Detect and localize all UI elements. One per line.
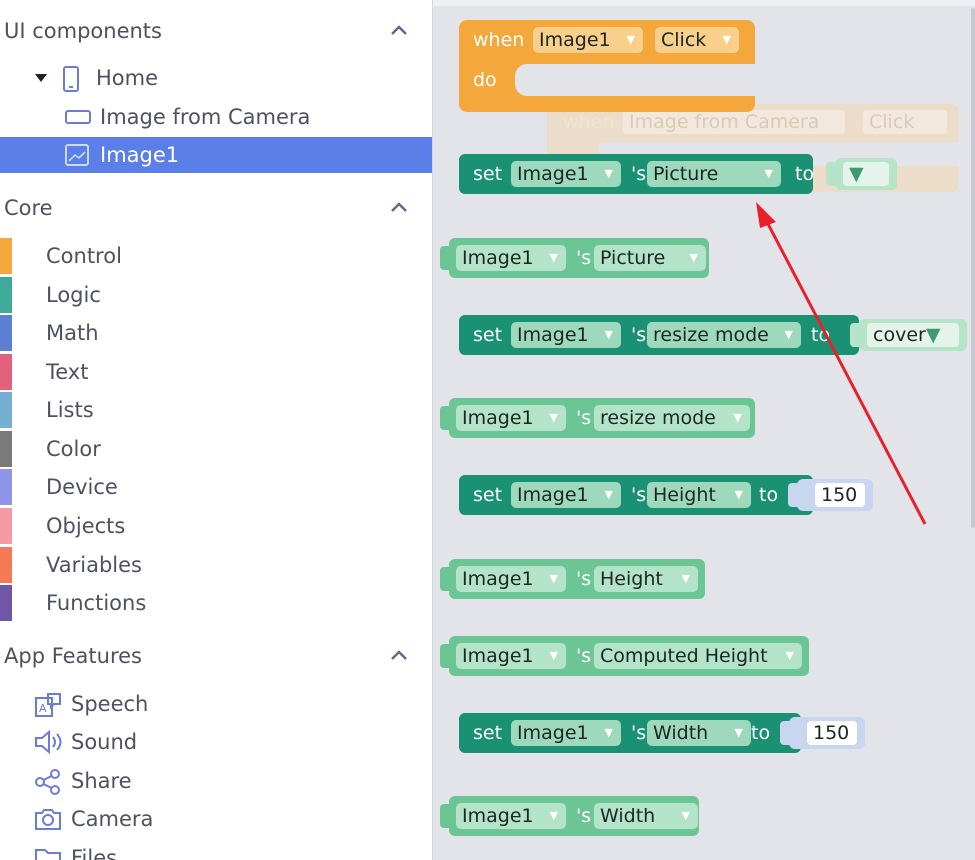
phone-icon: [63, 66, 79, 92]
feature-label: Camera: [71, 807, 154, 831]
tree-item-home[interactable]: Home: [0, 60, 432, 96]
image-icon: [65, 144, 89, 166]
category-item-functions[interactable]: Functions: [0, 585, 432, 621]
category-label: Color: [46, 437, 101, 461]
category-color-swatch: [0, 277, 12, 313]
category-label: Lists: [46, 398, 94, 422]
category-label: Text: [46, 360, 89, 384]
ui-components-title: UI components: [4, 19, 162, 43]
category-item-logic[interactable]: Logic: [0, 277, 432, 313]
category-color-swatch: [0, 238, 12, 274]
tree-item-label: Image from Camera: [100, 105, 311, 129]
category-item-lists[interactable]: Lists: [0, 392, 432, 428]
chevron-up-icon[interactable]: [390, 23, 408, 37]
category-color-swatch: [0, 315, 12, 351]
svg-text:A: A: [39, 702, 47, 715]
core-header[interactable]: Core: [0, 190, 432, 226]
folder-icon: [35, 849, 61, 860]
feature-item-speech[interactable]: A Speech: [0, 686, 432, 722]
tree-item-image-from-camera[interactable]: Image from Camera: [0, 99, 432, 135]
category-item-color[interactable]: Color: [0, 431, 432, 467]
feature-label: Share: [71, 769, 132, 793]
app-features-title: App Features: [4, 644, 142, 668]
category-color-swatch: [0, 585, 12, 621]
app-features-header[interactable]: App Features: [0, 638, 432, 674]
category-label: Math: [46, 321, 99, 345]
feature-item-files[interactable]: Files: [0, 840, 432, 860]
tree-item-label: Home: [96, 66, 159, 90]
chevron-up-icon[interactable]: [390, 200, 408, 214]
chevron-up-icon[interactable]: [390, 648, 408, 662]
feature-label: Files: [71, 846, 118, 860]
share-icon: [35, 769, 60, 795]
speech-icon: A: [35, 693, 61, 717]
category-item-objects[interactable]: Objects: [0, 508, 432, 544]
category-color-swatch: [0, 469, 12, 505]
caret-down-icon[interactable]: [35, 74, 47, 82]
blocks-workspace[interactable]: when Image from Camera Click when Image1…: [432, 0, 975, 860]
category-item-math[interactable]: Math: [0, 315, 432, 351]
camera-icon: [35, 809, 61, 830]
button-icon: [65, 110, 91, 124]
core-title: Core: [4, 196, 53, 220]
category-label: Logic: [46, 283, 101, 307]
feature-item-share[interactable]: Share: [0, 763, 432, 799]
category-item-control[interactable]: Control: [0, 238, 432, 274]
feature-item-camera[interactable]: Camera: [0, 801, 432, 837]
category-color-swatch: [0, 392, 12, 428]
feature-item-sound[interactable]: Sound: [0, 724, 432, 760]
category-color-swatch: [0, 354, 12, 390]
sidebar: UI components Home Image from Camera Ima…: [0, 0, 432, 860]
feature-label: Sound: [71, 730, 138, 754]
sound-icon: [35, 730, 62, 754]
category-label: Functions: [46, 591, 147, 615]
category-color-swatch: [0, 508, 12, 544]
category-color-swatch: [0, 431, 12, 467]
category-item-variables[interactable]: Variables: [0, 547, 432, 583]
workspace-scrollbar[interactable]: [971, 8, 975, 528]
category-item-device[interactable]: Device: [0, 469, 432, 505]
annotation-arrow: [756, 202, 927, 525]
category-label: Control: [46, 244, 122, 268]
ui-components-header[interactable]: UI components: [0, 13, 432, 49]
category-item-text[interactable]: Text: [0, 354, 432, 390]
category-label: Variables: [46, 553, 142, 577]
tree-item-image1[interactable]: Image1: [0, 137, 432, 173]
category-label: Device: [46, 475, 118, 499]
feature-label: Speech: [71, 692, 149, 716]
tree-item-label: Image1: [100, 143, 180, 167]
category-color-swatch: [0, 547, 12, 583]
category-label: Objects: [46, 514, 126, 538]
